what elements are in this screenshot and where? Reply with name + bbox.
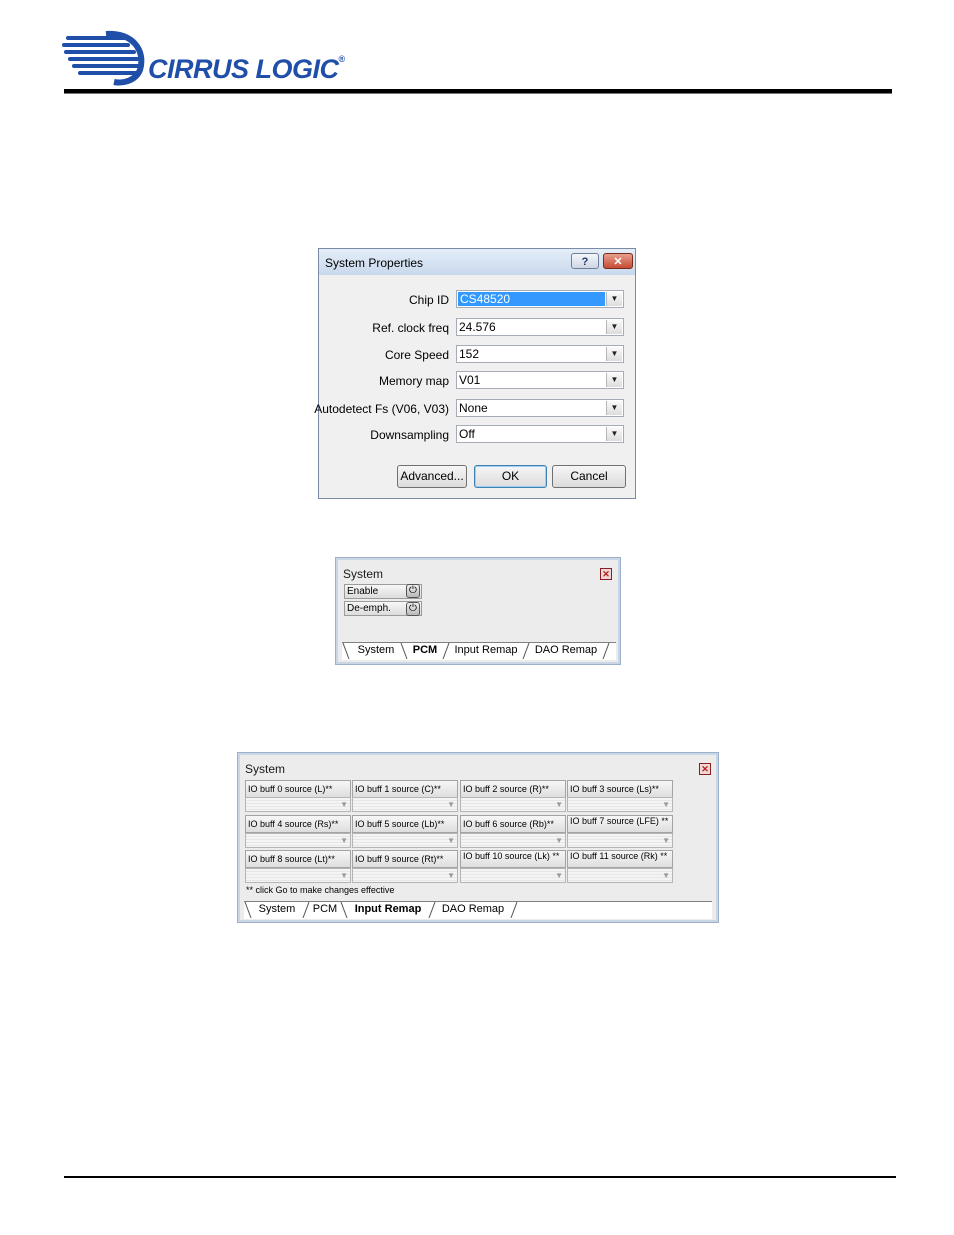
io-buff-1-select[interactable]: ▼: [352, 797, 458, 812]
io-buff-6-label: IO buff 6 source (Rb)**: [460, 815, 566, 833]
close-icon[interactable]: ✕: [600, 568, 612, 580]
chevron-down-icon[interactable]: ▼: [606, 292, 622, 306]
power-icon[interactable]: ⏻: [406, 584, 420, 598]
io-buff-8-label: IO buff 8 source (Lt)**: [245, 850, 351, 868]
autodetect-fs-value: None: [459, 401, 488, 415]
chip-id-value: CS48520: [458, 292, 605, 306]
core-speed-value: 152: [459, 347, 480, 361]
logo-wordmark: CIRRUS LOGIC®: [148, 54, 345, 84]
chip-id-label: Chip ID: [408, 293, 449, 307]
tab-dao-remap[interactable]: DAO Remap: [530, 643, 602, 659]
header-rule: [64, 89, 892, 94]
io-buff-9-select[interactable]: ▼: [352, 868, 458, 883]
io-buff-0-label: IO buff 0 source (L)**: [245, 780, 351, 798]
memory-map-select[interactable]: V01 ▼: [456, 371, 624, 389]
chevron-down-icon[interactable]: ▼: [447, 871, 455, 881]
chevron-down-icon[interactable]: ▼: [606, 320, 622, 334]
chevron-down-icon[interactable]: ▼: [340, 836, 348, 846]
io-buff-10-select[interactable]: ▼: [460, 868, 566, 883]
system-properties-dialog: System Properties ? ✕ Chip ID CS48520 ▼ …: [314, 248, 636, 499]
io-buff-9-label: IO buff 9 source (Rt)**: [352, 850, 458, 868]
downsampling-select[interactable]: Off ▼: [456, 425, 624, 443]
tab-input-remap[interactable]: Input Remap: [348, 902, 428, 918]
cancel-button[interactable]: Cancel: [552, 465, 626, 488]
chevron-down-icon[interactable]: ▼: [555, 836, 563, 846]
dialog-title: System Properties: [325, 256, 424, 270]
dialog-title-bar[interactable]: System Properties ? ✕: [319, 249, 635, 275]
io-buff-4-label: IO buff 4 source (Rs)**: [245, 815, 351, 833]
ref-clock-freq-label: Ref. clock freq: [372, 321, 449, 335]
chevron-down-icon[interactable]: ▼: [555, 800, 563, 810]
footer-rule: [64, 1176, 896, 1178]
chevron-down-icon[interactable]: ▼: [447, 836, 455, 846]
io-buff-3-label: IO buff 3 source (Ls)**: [567, 780, 673, 798]
io-buff-7-label: IO buff 7 source (LFE) **: [567, 815, 673, 833]
core-speed-label: Core Speed: [384, 348, 449, 362]
cirrus-logic-logo: CIRRUS LOGIC®: [62, 30, 362, 86]
enable-label: Enable: [347, 586, 379, 597]
pcm-system-panel: System ✕ Enable ⏻ De-emph. ⏻ System PCM …: [335, 557, 621, 665]
pcm-tab-strip: System PCM Input Remap DAO Remap: [342, 642, 616, 660]
chevron-down-icon[interactable]: ▼: [447, 800, 455, 810]
io-buff-7-select[interactable]: ▼: [567, 833, 673, 848]
help-icon[interactable]: ?: [571, 253, 599, 269]
de-emph-label: De-emph.: [347, 603, 391, 614]
io-buff-1-label: IO buff 1 source (C)**: [352, 780, 458, 798]
downsampling-label: Downsampling: [370, 428, 449, 442]
io-buff-8-select[interactable]: ▼: [245, 868, 351, 883]
io-buff-5-label: IO buff 5 source (Lb)**: [352, 815, 458, 833]
io-buff-2-label: IO buff 2 source (R)**: [460, 780, 566, 798]
autodetect-fs-label: Autodetect Fs (V06, V03): [314, 402, 449, 416]
io-buff-5-select[interactable]: ▼: [352, 833, 458, 848]
chip-id-select[interactable]: CS48520 ▼: [456, 290, 624, 308]
tab-input-remap[interactable]: Input Remap: [450, 643, 522, 659]
tab-system[interactable]: System: [352, 643, 400, 659]
io-buff-3-select[interactable]: ▼: [567, 797, 673, 812]
power-icon[interactable]: ⏻: [406, 602, 420, 616]
remap-tab-strip: System PCM Input Remap DAO Remap: [244, 901, 712, 919]
chevron-down-icon[interactable]: ▼: [662, 800, 670, 810]
autodetect-fs-select[interactable]: None ▼: [456, 399, 624, 417]
tab-dao-remap[interactable]: DAO Remap: [436, 902, 510, 918]
chevron-down-icon[interactable]: ▼: [606, 401, 622, 415]
io-buff-6-select[interactable]: ▼: [460, 833, 566, 848]
io-buff-11-select[interactable]: ▼: [567, 868, 673, 883]
memory-map-value: V01: [459, 373, 481, 387]
chevron-down-icon[interactable]: ▼: [662, 836, 670, 846]
pcm-panel-title: System: [343, 567, 384, 581]
tab-pcm[interactable]: PCM: [408, 643, 442, 659]
core-speed-select[interactable]: 152 ▼: [456, 345, 624, 363]
memory-map-label: Memory map: [378, 374, 449, 388]
io-buff-4-select[interactable]: ▼: [245, 833, 351, 848]
tab-pcm[interactable]: PCM: [310, 902, 340, 918]
tab-system[interactable]: System: [252, 902, 302, 918]
chevron-down-icon[interactable]: ▼: [340, 871, 348, 881]
chevron-down-icon[interactable]: ▼: [606, 373, 622, 387]
ref-clock-freq-value: 24.576: [459, 320, 496, 334]
io-buff-11-label: IO buff 11 source (Rk) **: [567, 850, 673, 868]
chevron-down-icon[interactable]: ▼: [606, 427, 622, 441]
chevron-down-icon[interactable]: ▼: [555, 871, 563, 881]
close-icon[interactable]: ✕: [603, 253, 633, 269]
remap-panel-title: System: [245, 762, 286, 776]
ref-clock-freq-select[interactable]: 24.576 ▼: [456, 318, 624, 336]
io-buff-2-select[interactable]: ▼: [460, 797, 566, 812]
logo-swoosh-icon: [62, 30, 145, 86]
close-icon[interactable]: ✕: [699, 763, 711, 775]
io-buff-0-select[interactable]: ▼: [245, 797, 351, 812]
advanced-button[interactable]: Advanced...: [397, 465, 467, 488]
chevron-down-icon[interactable]: ▼: [662, 871, 670, 881]
downsampling-value: Off: [459, 427, 475, 441]
chevron-down-icon[interactable]: ▼: [606, 347, 622, 361]
input-remap-system-panel: System ✕ IO buff 0 source (L)** ▼ IO buf…: [237, 752, 719, 923]
ok-button[interactable]: OK: [474, 465, 547, 488]
apply-changes-note: ** click Go to make changes effective: [246, 885, 395, 895]
chevron-down-icon[interactable]: ▼: [340, 800, 348, 810]
io-buff-10-label: IO buff 10 source (Lk) **: [460, 850, 566, 868]
